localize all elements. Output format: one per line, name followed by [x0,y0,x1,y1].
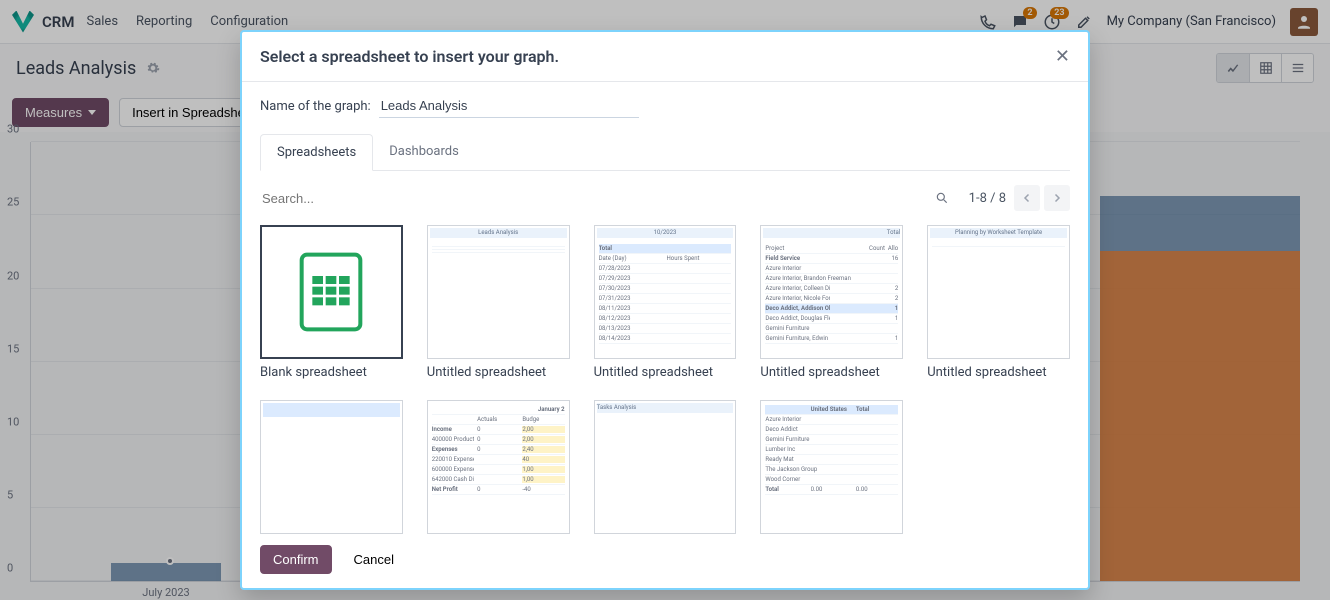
spreadsheet-icon [299,252,363,332]
modal-tabs: Spreadsheets Dashboards [260,134,1070,171]
spreadsheet-card[interactable]: United StatesTotal Azure Interior Deco A… [760,400,903,535]
card-label: Untitled spreadsheet [927,365,1070,380]
card-label: Untitled spreadsheet [427,365,570,380]
confirm-button[interactable]: Confirm [260,545,332,574]
card-label: Untitled spreadsheet [760,365,903,380]
cancel-button[interactable]: Cancel [342,545,406,574]
card-label: Untitled spreadsheet [594,365,737,380]
pager-next[interactable] [1044,185,1070,211]
spreadsheet-card[interactable]: Pipeline dashboard [260,400,403,535]
graph-name-label: Name of the graph: [260,99,371,114]
modal-title: Select a spreadsheet to insert your grap… [260,47,1055,66]
spreadsheet-card[interactable]: Total ProjectCount Allo Field Service16 … [760,225,903,380]
spreadsheet-card[interactable]: Planning by Worksheet Template Untitled … [927,225,1070,380]
tab-dashboards[interactable]: Dashboards [373,134,475,170]
pager-info: 1-8 / 8 [969,191,1006,206]
close-icon[interactable]: ✕ [1055,46,1070,67]
search-icon[interactable] [935,191,949,205]
pager-prev[interactable] [1014,185,1040,211]
search-input[interactable] [260,187,935,210]
spreadsheet-card-blank[interactable]: Blank spreadsheet [260,225,403,380]
graph-name-input[interactable] [379,94,639,118]
card-label: Blank spreadsheet [260,365,403,380]
insert-graph-modal: Select a spreadsheet to insert your grap… [240,30,1090,590]
spreadsheet-card[interactable]: 10/2023 Total Date (Day)Hours Spent 07/2… [594,225,737,380]
spreadsheet-card[interactable]: Tasks Analysis Untitled spreadsheet [594,400,737,535]
spreadsheet-card[interactable]: Leads Analysis Untitled spreadsheet [427,225,570,380]
spreadsheet-card[interactable]: January 2 ActualsBudge Income02,00 40000… [427,400,570,535]
tab-spreadsheets[interactable]: Spreadsheets [260,134,373,171]
spreadsheet-grid: Blank spreadsheet Leads Analysis Untitle… [260,221,1070,535]
modal-overlay: Select a spreadsheet to insert your grap… [0,0,1330,600]
